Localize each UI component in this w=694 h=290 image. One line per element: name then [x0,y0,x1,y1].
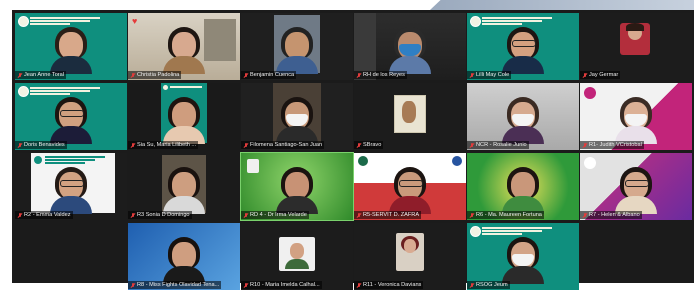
participant-tile[interactable]: R7 - Helen & Albano [580,153,692,220]
pogs-logo-icon [470,226,481,237]
muted-mic-icon [357,72,361,78]
participant-tile[interactable]: R2 - Emma Valdez [15,153,127,220]
muted-mic-icon [244,72,248,78]
participant-tile[interactable]: Doris Benavides [15,83,127,150]
participant-video [613,94,659,144]
participant-name-label: Doris Benavides [15,141,67,149]
pogs-logo-icon [18,16,29,27]
muted-mic-icon [244,282,248,288]
participant-video [48,164,94,214]
participant-name-label: R11 - Veronica Davians [354,281,424,289]
participant-tile[interactable]: Lilli May Cole [467,13,579,80]
muted-mic-icon [244,212,248,218]
participant-video [500,24,546,74]
participant-name-label: RH de los Reyes [354,71,407,79]
participant-video [613,164,659,214]
muted-mic-icon [131,142,135,148]
participant-video [500,94,546,144]
participant-tile[interactable]: ♥ Christia Padolina [128,13,240,80]
participant-video [500,164,546,214]
participant-name-label: R1- Judith VCristobal [580,141,644,149]
muted-mic-icon [357,142,361,148]
muted-mic-icon [470,142,474,148]
participant-video [48,24,94,74]
participant-tile[interactable]: RSOG Jeum [467,223,579,290]
participant-tile[interactable]: Jean Anne Toral [15,13,127,80]
participant-tile[interactable]: RH de los Reyes [354,13,466,80]
participant-video [161,94,207,144]
participant-name-label: NCR - Rosalie Junio [467,141,529,149]
participant-name-label: R10 - Maria Imelda Calhal... [241,281,322,289]
participant-name-label: R6 - Ma. Maureen Fortuna [467,211,544,219]
muted-mic-icon [583,142,587,148]
participant-name-label: Sia Su, Maria Lilibeth ... [128,141,199,149]
participant-video [161,24,207,74]
participant-tile[interactable]: R8 - Miss Fights Olavidad Tena... [128,223,240,290]
participant-name-label: RD 4 - Dr Irma Velarde [241,211,309,219]
participant-name-label: R3 Sonia D Domingo [128,211,192,219]
participant-video [387,24,433,74]
participant-name-label: SBravo [354,141,384,149]
muted-mic-icon [18,72,22,78]
participant-video [500,234,546,284]
participant-video [48,94,94,144]
participant-tile[interactable]: Filomena Santiago-San Juan [241,83,353,150]
muted-mic-icon [470,72,474,78]
participant-tile[interactable]: SBravo [354,83,466,150]
participant-tile[interactable]: R5-SERVIT D. ZAFRA [354,153,466,220]
pogs-logo-icon [470,16,481,27]
pogs-logo-icon [18,86,29,97]
participant-tile[interactable]: Benjamin Cuenca [241,13,353,80]
participant-name-label: R7 - Helen & Albano [580,211,642,219]
muted-mic-icon [244,142,248,148]
participant-video [274,164,320,214]
participant-tile[interactable]: Jay Germar [580,13,692,80]
muted-mic-icon [583,212,587,218]
participant-name-label: Christia Padolina [128,71,182,79]
participant-name-label: Benjamin Cuenca [241,71,297,79]
participant-video [161,164,207,214]
muted-mic-icon [131,72,135,78]
muted-mic-icon [18,142,22,148]
muted-mic-icon [470,282,474,288]
participant-tile[interactable]: NCR - Rosalie Junio [467,83,579,150]
muted-mic-icon [357,212,361,218]
muted-mic-icon [583,72,587,78]
video-gallery-grid: Jean Anne Toral ♥ Christia Padolina Benj… [12,10,694,290]
participant-name-label: Filomena Santiago-San Juan [241,141,325,149]
participant-tile[interactable]: R10 - Maria Imelda Calhal... [241,223,353,290]
participant-video [274,94,320,144]
participant-tile[interactable]: R11 - Veronica Davians [354,223,466,290]
participant-tile-active-speaker[interactable]: RD 4 - Dr Irma Velarde [240,152,354,221]
participant-tile[interactable]: R3 Sonia D Domingo [128,153,240,220]
muted-mic-icon [470,212,474,218]
participant-tile[interactable]: R6 - Ma. Maureen Fortuna [467,153,579,220]
participant-name-label: Jay Germar [580,71,621,79]
participant-tile[interactable]: Sia Su, Maria Lilibeth ... [128,83,240,150]
participant-name-label: RSOG Jeum [467,281,510,289]
participant-name-label: Jean Anne Toral [15,71,67,79]
muted-mic-icon [357,282,361,288]
muted-mic-icon [131,212,135,218]
participant-name-label: R2 - Emma Valdez [15,211,73,219]
window-corner-decoration [430,0,694,10]
participant-video [274,24,320,74]
participant-tile[interactable]: R1- Judith VCristobal [580,83,692,150]
muted-mic-icon [18,212,22,218]
participant-name-label: R5-SERVIT D. ZAFRA [354,211,422,219]
participant-name-label: R8 - Miss Fights Olavidad Tena... [128,281,222,289]
heart-reaction-icon: ♥ [132,16,138,26]
muted-mic-icon [131,282,135,288]
participant-name-label: Lilli May Cole [467,71,512,79]
participant-video [387,164,433,214]
participant-video [161,234,207,284]
